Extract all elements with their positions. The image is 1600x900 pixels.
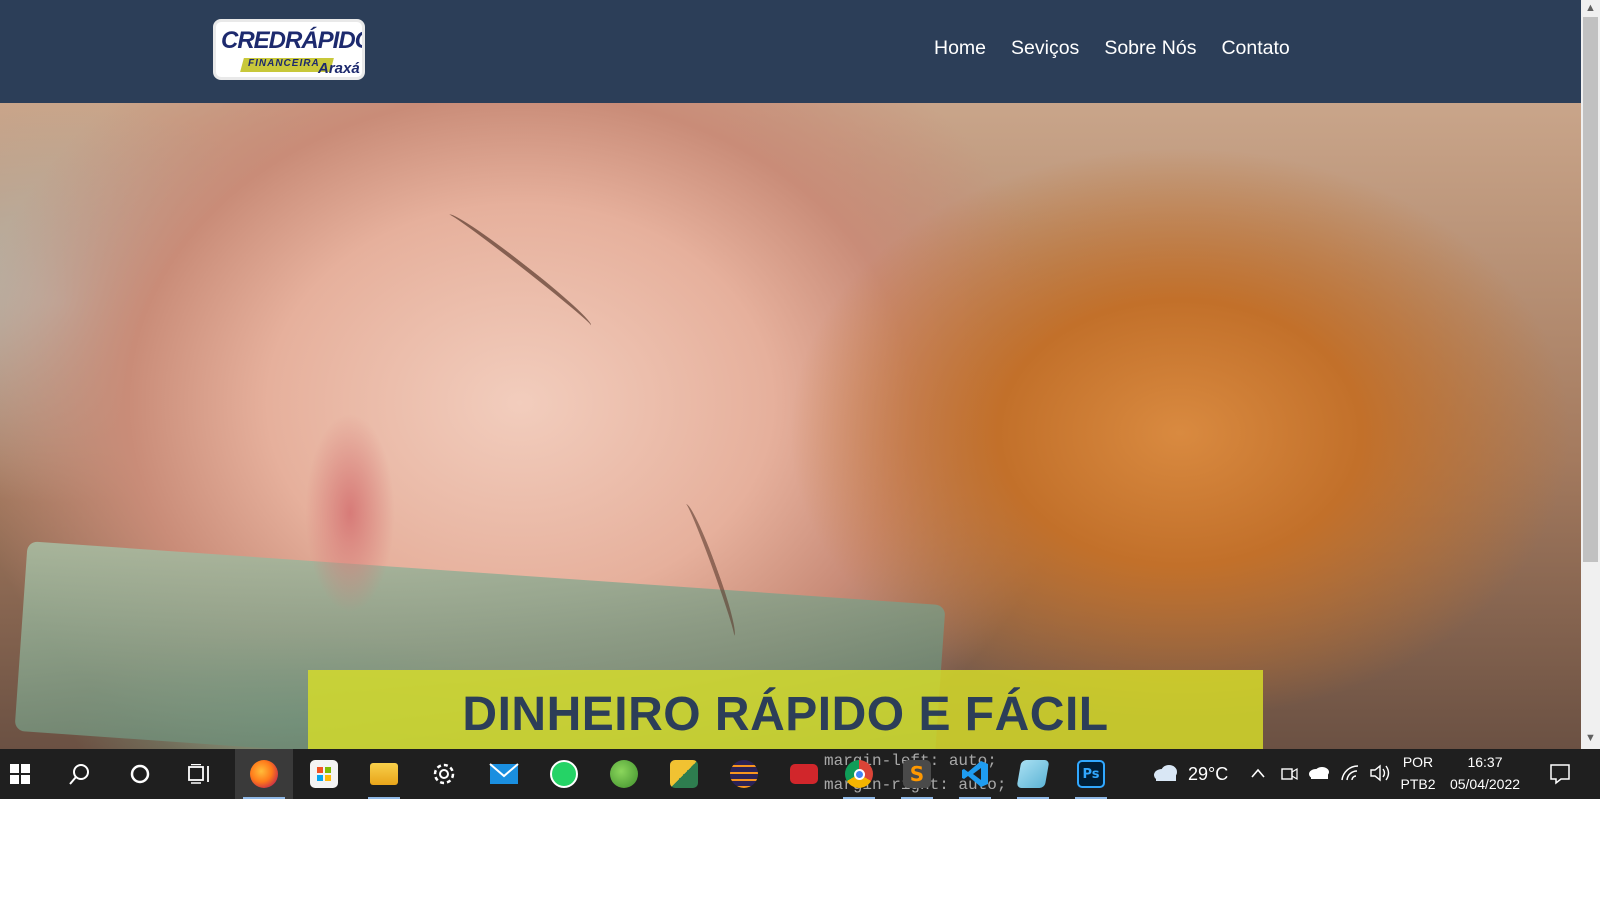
task-view-icon [188, 764, 209, 784]
running-indicator [959, 797, 991, 799]
hero-banner: DINHEIRO RÁPIDO E FÁCIL [308, 670, 1263, 749]
clock-time[interactable]: 16:37 [1445, 754, 1525, 770]
nav-sobre-nos[interactable]: Sobre Nós [1104, 37, 1196, 60]
taskbar-vscode[interactable] [951, 749, 999, 799]
nav-home[interactable]: Home [934, 37, 986, 60]
taskbar-photoshop[interactable]: Ps [1067, 749, 1115, 799]
taskbar-store[interactable] [300, 749, 348, 799]
app-icon [670, 760, 698, 788]
language-indicator[interactable]: POR [1398, 754, 1438, 770]
chevron-up-icon[interactable] [1250, 767, 1266, 779]
cortana-button[interactable] [116, 749, 164, 799]
task-view-button[interactable] [176, 749, 224, 799]
taskbar-toolbox[interactable] [780, 749, 828, 799]
search-icon [69, 764, 89, 785]
toolbox-icon [790, 764, 818, 784]
running-indicator [368, 797, 400, 799]
active-indicator [243, 797, 285, 799]
wifi-icon[interactable] [1340, 764, 1360, 782]
clock-date[interactable]: 05/04/2022 [1445, 776, 1525, 792]
hero-image: DINHEIRO RÁPIDO E FÁCIL [0, 103, 1581, 749]
taskbar-settings[interactable] [420, 749, 468, 799]
search-button[interactable] [56, 749, 104, 799]
taskbar-sublime[interactable]: S [893, 749, 941, 799]
main-nav: Home Seviços Sobre Nós Contato [934, 37, 1290, 60]
eclipse-icon [730, 760, 758, 788]
gear-icon [433, 763, 455, 785]
browser-viewport: CREDRÁPIDO FINANCEIRA Araxá Home Seviços… [0, 0, 1600, 900]
logo-city: Araxá [318, 60, 360, 77]
site-header: CREDRÁPIDO FINANCEIRA Araxá Home Seviços… [0, 0, 1581, 103]
weather-temperature[interactable]: 29°C [1188, 764, 1228, 785]
running-indicator [901, 797, 933, 799]
mail-icon [489, 763, 519, 784]
firefox-icon [250, 760, 278, 788]
page-scrollbar[interactable]: ▲ ▼ [1581, 0, 1600, 749]
hero-face-detail [305, 413, 395, 613]
sublime-icon: S [903, 760, 931, 788]
taskbar-chrome[interactable] [835, 749, 883, 799]
store-icon [310, 760, 338, 788]
logo-brand-text: CREDRÁPIDO [221, 27, 365, 54]
folder-icon [370, 763, 398, 785]
running-indicator [843, 797, 875, 799]
running-indicator [1017, 797, 1049, 799]
taskbar-spring-tools[interactable] [600, 749, 648, 799]
onedrive-icon[interactable] [1308, 766, 1330, 780]
start-button[interactable] [0, 749, 40, 799]
weather-cloud-icon[interactable] [1152, 763, 1180, 785]
leaf-icon [610, 760, 638, 788]
scroll-thumb[interactable] [1583, 17, 1598, 562]
taskbar-file-explorer[interactable] [360, 749, 408, 799]
taskbar-notepad[interactable] [1009, 749, 1057, 799]
hero-eye-detail [444, 209, 596, 331]
keyboard-layout[interactable]: PTB2 [1398, 776, 1438, 792]
site-logo[interactable]: CREDRÁPIDO FINANCEIRA Araxá [213, 19, 365, 80]
taskbar-eclipse[interactable] [720, 749, 768, 799]
scroll-down-icon[interactable]: ▼ [1581, 730, 1600, 747]
whatsapp-icon [550, 760, 578, 788]
taskbar-firefox[interactable] [235, 749, 293, 799]
chrome-icon [845, 760, 873, 788]
circle-icon [130, 764, 150, 784]
taskbar-mail[interactable] [480, 749, 528, 799]
running-indicator [1075, 797, 1107, 799]
taskbar-whatsapp[interactable] [540, 749, 588, 799]
vscode-icon [962, 761, 988, 787]
logo-subtitle: FINANCEIRA [248, 58, 320, 69]
taskbar-app[interactable] [660, 749, 708, 799]
nav-contato[interactable]: Contato [1221, 37, 1289, 60]
scroll-up-icon[interactable]: ▲ [1581, 0, 1600, 17]
notepad-icon [1016, 760, 1050, 788]
windows-logo-icon [10, 764, 30, 784]
volume-icon[interactable] [1369, 764, 1391, 782]
notification-icon[interactable] [1549, 763, 1571, 785]
hero-title: DINHEIRO RÁPIDO E FÁCIL [462, 688, 1109, 741]
nav-servicos[interactable]: Seviços [1011, 37, 1079, 60]
windows-taskbar: margin-left: auto; margin-right: auto; S… [0, 749, 1600, 799]
meet-now-icon[interactable] [1280, 764, 1298, 782]
photoshop-icon: Ps [1077, 760, 1105, 788]
